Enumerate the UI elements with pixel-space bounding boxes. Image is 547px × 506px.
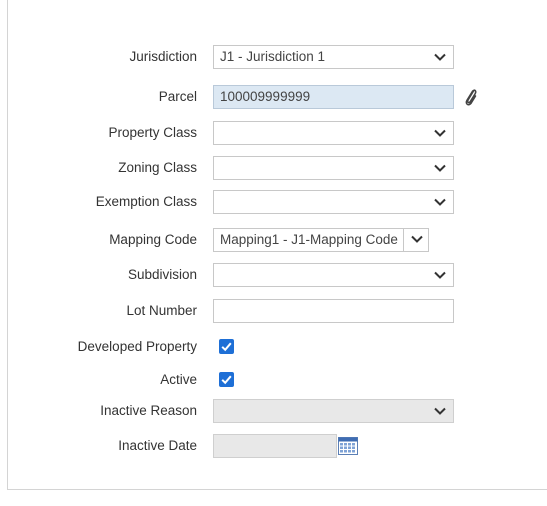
inactive-date-label: Inactive Date [118,438,197,453]
row-zoning-class: Zoning Class [0,156,547,180]
subdivision-select[interactable] [213,263,454,287]
property-class-select[interactable] [213,121,454,145]
checkmark-icon [221,375,232,385]
mapping-code-select[interactable]: Mapping1 - J1-Mapping Code [213,228,429,252]
row-developed-property: Developed Property [0,335,547,359]
active-label: Active [160,372,197,387]
property-class-label: Property Class [108,125,197,140]
zoning-class-label: Zoning Class [118,160,197,175]
jurisdiction-value: J1 - Jurisdiction 1 [220,49,326,64]
calendar-icon[interactable] [338,437,358,455]
lot-number-input[interactable] [213,299,454,323]
chevron-down-icon [434,129,446,137]
exemption-class-label: Exemption Class [95,194,197,209]
row-active: Active [0,368,547,392]
parcel-value: 100009999999 [220,89,311,104]
row-mapping-code: Mapping Code Mapping1 - J1-Mapping Code [0,228,547,252]
lot-number-label: Lot Number [126,303,197,318]
subdivision-label: Subdivision [127,267,197,282]
active-checkbox[interactable] [219,372,234,387]
chevron-down-icon [434,164,446,172]
mapping-code-value: Mapping1 - J1-Mapping Code [220,232,398,247]
mapping-code-label: Mapping Code [109,232,197,247]
chevron-down-icon [434,53,446,61]
developed-property-label: Developed Property [77,339,197,354]
row-parcel: Parcel 100009999999 [0,85,547,109]
row-subdivision: Subdivision [0,263,547,287]
exemption-class-select[interactable] [213,190,454,214]
row-inactive-date: Inactive Date [0,434,547,458]
chevron-down-icon [434,198,446,206]
mapping-code-dropdown-button[interactable] [403,229,428,251]
chevron-down-icon [434,407,446,415]
inactive-date-input[interactable] [213,434,337,458]
row-lot-number: Lot Number [0,299,547,323]
developed-property-checkbox[interactable] [219,339,234,354]
chevron-down-icon [411,235,423,243]
paperclip-icon[interactable] [462,85,478,109]
jurisdiction-label: Jurisdiction [129,49,197,64]
parcel-label: Parcel [158,89,197,104]
checkmark-icon [221,342,232,352]
row-exemption-class: Exemption Class [0,190,547,214]
inactive-reason-select[interactable] [213,399,454,423]
inactive-reason-label: Inactive Reason [100,403,197,418]
row-property-class: Property Class [0,121,547,145]
zoning-class-select[interactable] [213,156,454,180]
jurisdiction-select[interactable]: J1 - Jurisdiction 1 [213,45,454,69]
row-jurisdiction: Jurisdiction J1 - Jurisdiction 1 [0,45,547,69]
chevron-down-icon [434,271,446,279]
row-inactive-reason: Inactive Reason [0,399,547,423]
parcel-input[interactable]: 100009999999 [213,85,454,109]
